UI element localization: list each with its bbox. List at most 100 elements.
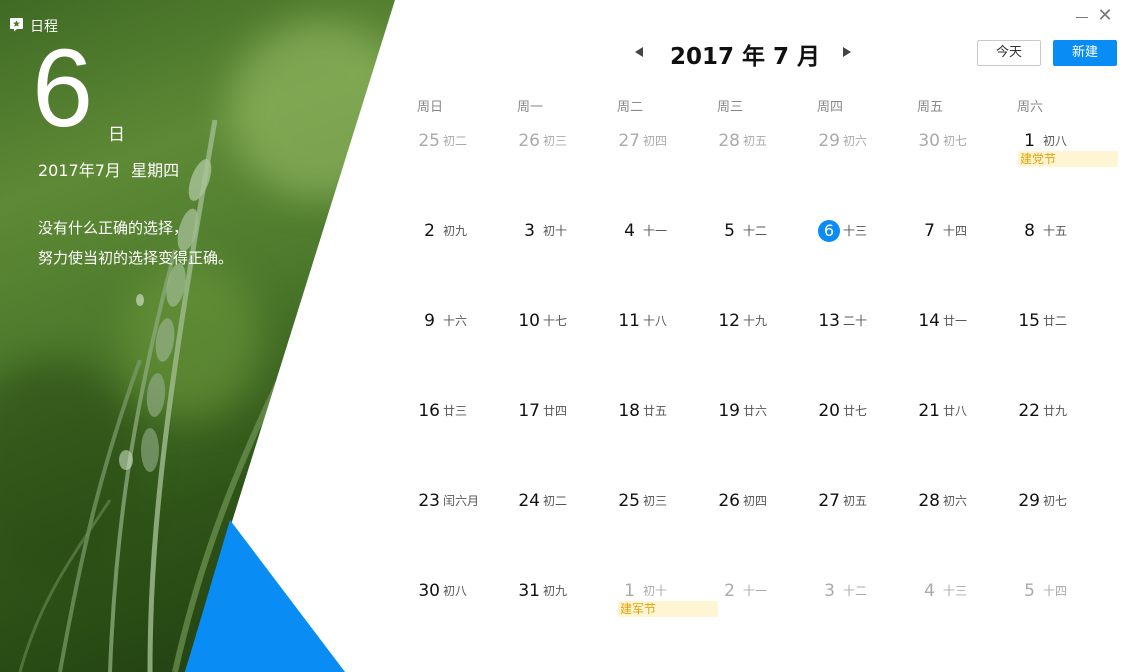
day-cell[interactable]: 17 廿四 — [518, 400, 618, 490]
weekday-label: 周二 — [617, 100, 644, 115]
lunar-date: 初七 — [943, 134, 968, 148]
day-cell[interactable]: 29 初六 — [818, 130, 918, 220]
minimize-icon[interactable] — [1073, 8, 1091, 26]
day-number: 21 — [918, 401, 940, 421]
day-cell[interactable]: 30 初七 — [918, 130, 1018, 220]
day-cell[interactable]: 20 廿七 — [818, 400, 918, 490]
lunar-date: 初九 — [443, 224, 468, 238]
day-cell[interactable]: 10 十七 — [518, 310, 618, 400]
lunar-date: 初八 — [443, 584, 468, 598]
lunar-date: 初三 — [543, 134, 568, 148]
day-cell[interactable]: 29 初七 — [1018, 490, 1118, 580]
day-cell[interactable]: 18 廿五 — [618, 400, 718, 490]
lunar-date: 初五 — [843, 494, 868, 508]
day-cell[interactable]: 16 廿三 — [418, 400, 518, 490]
day-cell[interactable]: 31 初九 — [518, 580, 618, 670]
day-cell[interactable]: 4 十一 — [618, 220, 718, 310]
lunar-date: 十一 — [743, 584, 768, 598]
day-cell[interactable]: 2 十一 — [718, 580, 818, 670]
day-cell[interactable]: 28 初五 — [718, 130, 818, 220]
lunar-date: 初五 — [743, 134, 768, 148]
weekday-label: 周五 — [917, 100, 944, 115]
day-number: 18 — [618, 401, 640, 421]
lunar-date: 十三 — [943, 584, 968, 598]
day-number: 27 — [618, 131, 640, 151]
day-cell[interactable]: 25 初二 — [418, 130, 518, 220]
lunar-date: 十三 — [843, 224, 868, 238]
day-cell[interactable]: 14 廿一 — [918, 310, 1018, 400]
lunar-date: 十四 — [943, 224, 968, 238]
lunar-date: 十二 — [843, 584, 868, 598]
weekday-label: 周六 — [1017, 100, 1044, 115]
day-cell-today[interactable]: 6 十三 — [818, 220, 918, 310]
day-cell[interactable]: 22 廿九 — [1018, 400, 1118, 490]
day-number: 9 — [424, 311, 435, 331]
day-cell[interactable]: 27 初五 — [818, 490, 918, 580]
day-number: 3 — [824, 581, 835, 601]
quote-line-1: 没有什么正确的选择， — [38, 219, 189, 237]
lunar-date: 初六 — [843, 134, 868, 148]
lunar-date: 初六 — [943, 494, 968, 508]
day-number: 4 — [924, 581, 935, 601]
day-cell[interactable]: 5 十四 — [1018, 580, 1118, 670]
day-number: 14 — [918, 311, 940, 331]
day-cell[interactable]: 7 十四 — [918, 220, 1018, 310]
close-icon[interactable]: ✕ — [1096, 7, 1114, 25]
day-cell[interactable]: 8 十五 — [1018, 220, 1118, 310]
lunar-date: 十八 — [643, 314, 668, 328]
today-button[interactable]: 今天 — [977, 40, 1041, 66]
day-cell[interactable]: 28 初六 — [918, 490, 1018, 580]
day-cell[interactable]: 2 初九 — [418, 220, 518, 310]
day-number: 25 — [418, 131, 440, 151]
day-cell[interactable]: 1 初八建党节 — [1018, 130, 1118, 220]
lunar-date: 二十 — [843, 314, 868, 328]
day-cell[interactable]: 15 廿二 — [1018, 310, 1118, 400]
lunar-date: 廿二 — [1043, 314, 1068, 328]
day-number: 29 — [818, 131, 840, 151]
lunar-date: 闰六月 — [443, 494, 480, 508]
day-cell[interactable]: 13 二十 — [818, 310, 918, 400]
day-cell[interactable]: 30 初八 — [418, 580, 518, 670]
day-suffix: 日 — [108, 125, 125, 145]
day-cell[interactable]: 27 初四 — [618, 130, 718, 220]
lunar-date: 初二 — [543, 494, 568, 508]
day-number: 25 — [618, 491, 640, 511]
day-cell[interactable]: 9 十六 — [418, 310, 518, 400]
day-cell[interactable]: 26 初四 — [718, 490, 818, 580]
day-number: 1 — [1024, 131, 1035, 151]
day-cell[interactable]: 12 十九 — [718, 310, 818, 400]
weekday-label: 周四 — [817, 100, 844, 115]
day-number: 4 — [624, 221, 635, 241]
day-cell[interactable]: 3 十二 — [818, 580, 918, 670]
prev-month-button[interactable] — [632, 43, 646, 61]
day-cell[interactable]: 23 闰六月 — [418, 490, 518, 580]
day-cell[interactable]: 19 廿六 — [718, 400, 818, 490]
lunar-date: 十二 — [743, 224, 768, 238]
lunar-date: 初十 — [643, 584, 668, 598]
next-month-button[interactable] — [840, 43, 854, 61]
day-cell[interactable]: 11 十八 — [618, 310, 718, 400]
lunar-date: 初八 — [1043, 134, 1068, 148]
new-event-button[interactable]: 新建 — [1053, 40, 1117, 66]
day-cell[interactable]: 21 廿八 — [918, 400, 1018, 490]
month-title: 2017 年 7 月 — [669, 44, 821, 70]
day-number: 3 — [524, 221, 535, 241]
day-cell[interactable]: 24 初二 — [518, 490, 618, 580]
day-cell[interactable]: 3 初十 — [518, 220, 618, 310]
holiday-tag: 建党节 — [1018, 151, 1118, 167]
day-cell[interactable]: 4 十三 — [918, 580, 1018, 670]
day-cell[interactable]: 25 初三 — [618, 490, 718, 580]
day-cell[interactable]: 5 十二 — [718, 220, 818, 310]
lunar-date: 十五 — [1043, 224, 1068, 238]
lunar-date: 廿六 — [743, 404, 768, 418]
day-number: 7 — [924, 221, 935, 241]
day-number: 31 — [518, 581, 540, 601]
lunar-date: 十一 — [643, 224, 668, 238]
day-number: 26 — [518, 131, 540, 151]
day-number: 12 — [718, 311, 740, 331]
day-number: 5 — [724, 221, 735, 241]
date-overview: 日程 6 日 2017年7月 星期四 没有什么正确的选择， 努力使当初的选择变得… — [0, 0, 400, 672]
day-cell[interactable]: 1 初十 建军节 — [618, 580, 718, 670]
calendar-star-icon — [10, 18, 23, 32]
day-cell[interactable]: 26 初三 — [518, 130, 618, 220]
